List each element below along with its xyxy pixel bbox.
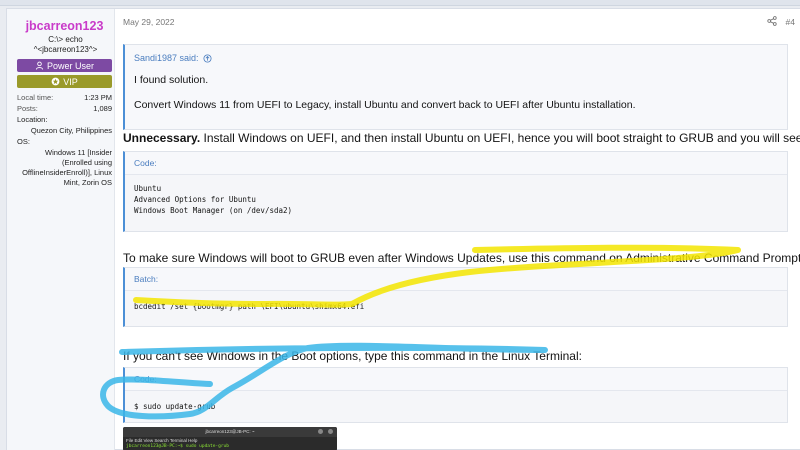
- username-link[interactable]: jbcarreon123: [15, 19, 114, 33]
- arrow-up-circle-icon[interactable]: [203, 53, 212, 63]
- vip-banner: VIP: [17, 75, 112, 88]
- user-title-line1: C:\> echo: [48, 35, 83, 44]
- local-time-value: 1:23 PM: [84, 93, 112, 102]
- location-link[interactable]: Quezon City, Philippines: [17, 125, 112, 136]
- paragraph-unnecessary: Unnecessary. Install Windows on UEFI, an…: [123, 131, 800, 145]
- quote-block: Sandi1987 said: I found solution. Conver…: [123, 44, 788, 130]
- terminal-screenshot[interactable]: jbcarreon123@JB-PC: ~ File Edit View Sea…: [123, 427, 337, 450]
- posts-row: Posts: 1,089: [17, 103, 112, 114]
- posts-label: Posts:: [17, 104, 38, 113]
- power-user-label: Power User: [46, 60, 94, 71]
- power-user-banner: Power User: [17, 59, 112, 72]
- quote-line1: I found solution.: [134, 74, 209, 86]
- forum-post: jbcarreon123 C:\> echo ^<jbcarreon123^> …: [6, 8, 800, 450]
- batch-label: Batch:: [125, 268, 787, 291]
- code-block-grub: Code: Ubuntu Advanced Options for Ubuntu…: [123, 151, 788, 232]
- share-icon[interactable]: [767, 16, 777, 26]
- close-icon: [328, 429, 333, 434]
- code-block-batch: Batch: bcdedit /set {bootmgr} path \EFI\…: [123, 267, 788, 327]
- user-title: C:\> echo ^<jbcarreon123^>: [7, 35, 114, 55]
- code-body-bcdedit[interactable]: bcdedit /set {bootmgr} path \EFI\ubuntu\…: [125, 291, 787, 320]
- post-content: May 29, 2022 #4 Sandi1987 said: I found …: [123, 9, 800, 450]
- user-title-line2: ^<jbcarreon123^>: [33, 45, 98, 54]
- location-label: Location:: [17, 115, 48, 124]
- paragraph-bcdedit: To make sure Windows will boot to GRUB e…: [123, 251, 800, 265]
- star-badge-icon: [51, 77, 60, 86]
- user-icon: [35, 61, 44, 70]
- quote-line2: Convert Windows 11 from UEFI to Legacy, …: [134, 99, 636, 111]
- quote-body: I found solution. Convert Windows 11 fro…: [125, 63, 787, 112]
- posts-count-link[interactable]: 1,089: [93, 103, 112, 114]
- user-sidebar: jbcarreon123 C:\> echo ^<jbcarreon123^> …: [7, 9, 115, 450]
- code-label-3: Code:: [125, 368, 787, 391]
- code-label: Code:: [125, 152, 787, 175]
- quote-author: Sandi1987 said:: [134, 53, 199, 63]
- paragraph-update-grub: If you can't see Windows in the Boot opt…: [123, 349, 582, 363]
- local-time-label: Local time:: [17, 93, 54, 102]
- os-value: Windows 11 [Insider (Enrolled using Offl…: [22, 148, 112, 187]
- quote-header[interactable]: Sandi1987 said:: [125, 45, 787, 63]
- os-label: OS:: [17, 137, 30, 146]
- terminal-title: jbcarreon123@JB-PC: ~: [205, 429, 255, 434]
- top-strip: [0, 0, 800, 6]
- local-time-row: Local time: 1:23 PM: [17, 92, 112, 103]
- terminal-prompt-line: jbcarreon123@JB-PC:~$ sudo update-grub: [126, 444, 229, 449]
- minimize-icon: [318, 429, 323, 434]
- post-date-link[interactable]: May 29, 2022: [123, 17, 175, 27]
- terminal-menu: File Edit View Search Terminal Help: [126, 438, 198, 443]
- code-block-update-grub: Code: $ sudo update-grub: [123, 367, 788, 423]
- terminal-titlebar: jbcarreon123@JB-PC: ~: [123, 427, 337, 437]
- code-body-grub[interactable]: Ubuntu Advanced Options for Ubuntu Windo…: [125, 175, 787, 224]
- code-body-update-grub[interactable]: $ sudo update-grub: [125, 391, 787, 420]
- post-number-link[interactable]: #4: [786, 17, 795, 27]
- vip-label: VIP: [63, 76, 78, 87]
- user-extra-info: Local time: 1:23 PM Posts: 1,089 Locatio…: [17, 92, 112, 188]
- paragraph-unnecessary-text: Install Windows on UEFI, and then instal…: [200, 131, 800, 145]
- bold-unnecessary: Unnecessary.: [123, 131, 201, 145]
